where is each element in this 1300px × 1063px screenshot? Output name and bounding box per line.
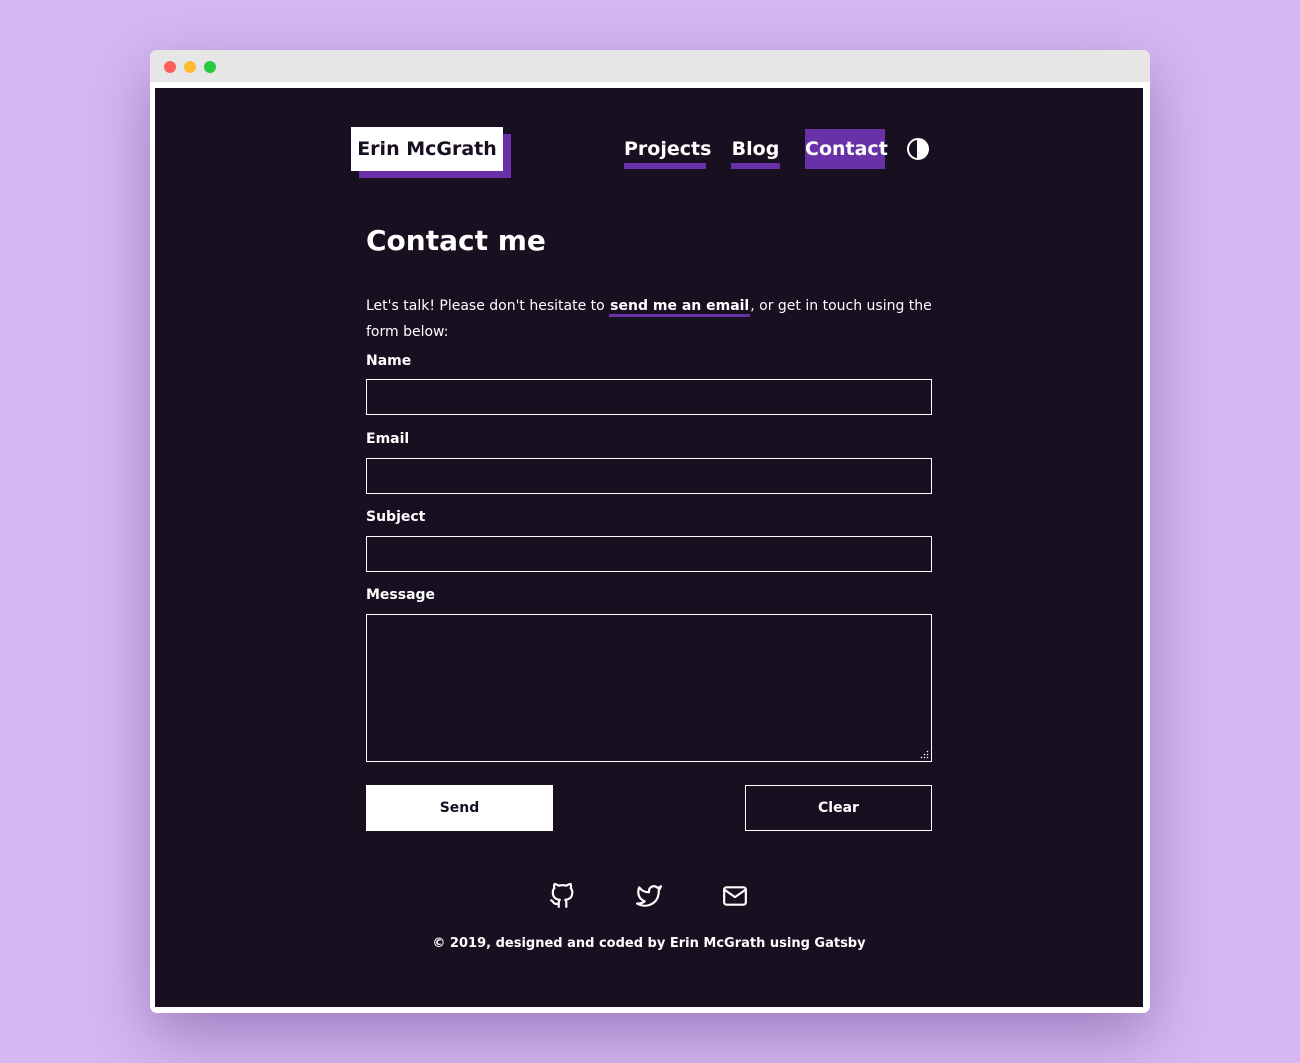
nav-blog-label: Blog	[731, 138, 780, 160]
message-textarea[interactable]	[366, 614, 932, 762]
site-logo[interactable]: Erin McGrath	[351, 127, 503, 171]
twitter-icon[interactable]	[636, 883, 662, 909]
email-input[interactable]	[366, 458, 932, 494]
github-icon[interactable]	[549, 882, 575, 909]
send-button[interactable]: Send	[366, 785, 553, 831]
subject-input[interactable]	[366, 536, 932, 572]
clear-button[interactable]: Clear	[745, 785, 932, 831]
minimize-window-button[interactable]	[184, 61, 196, 73]
close-window-button[interactable]	[164, 61, 176, 73]
message-label: Message	[366, 587, 436, 603]
nav-contact-label: Contact	[805, 138, 888, 160]
name-label: Name	[366, 353, 412, 369]
footer-text: © 2019, designed and coded by Erin McGra…	[432, 936, 866, 951]
page-title: Contact me	[366, 224, 546, 257]
nav-projects[interactable]: Projects	[624, 129, 711, 169]
send-email-link[interactable]: send me an email	[609, 298, 751, 317]
browser-window: Erin McGrath Projects Blog Contact Conta…	[150, 50, 1150, 1013]
contrast-icon[interactable]	[906, 137, 930, 161]
mail-icon[interactable]	[722, 883, 748, 909]
nav-projects-label: Projects	[624, 138, 712, 160]
resize-grip-icon[interactable]	[920, 750, 929, 759]
subject-label: Subject	[366, 509, 426, 525]
maximize-window-button[interactable]	[204, 61, 216, 73]
contact-page: Erin McGrath Projects Blog Contact Conta…	[155, 88, 1143, 1007]
email-label: Email	[366, 431, 410, 447]
nav-blog[interactable]: Blog	[731, 129, 780, 169]
window-titlebar	[150, 50, 1150, 82]
intro-text-start: Let's talk! Please don't hesitate to	[366, 298, 610, 314]
intro-text: Let's talk! Please don't hesitate to sen…	[366, 293, 932, 345]
name-input[interactable]	[366, 379, 932, 415]
nav-contact[interactable]: Contact	[805, 129, 888, 169]
